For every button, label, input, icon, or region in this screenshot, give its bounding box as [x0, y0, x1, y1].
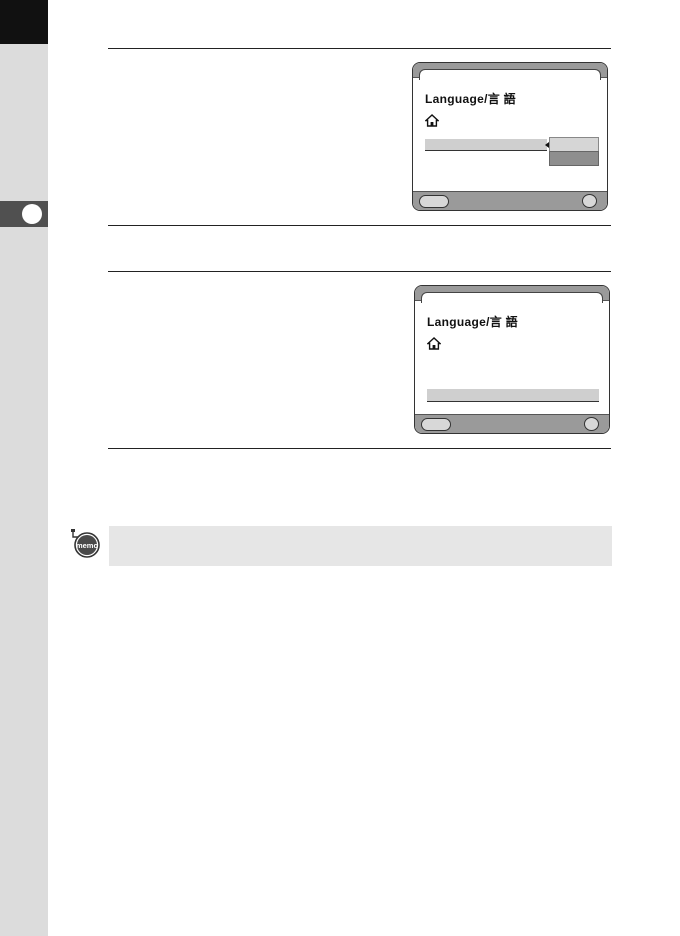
home-icon	[427, 337, 441, 350]
memo-icon: memo	[71, 529, 100, 558]
step-2-bottom-rule	[108, 448, 611, 449]
step-1-bottom-rule	[108, 225, 611, 226]
chapter-circle-icon	[22, 204, 42, 224]
screen-1-popup-option-1	[549, 137, 599, 152]
step-1-top-rule	[108, 48, 611, 49]
screen-2-selection-bar	[427, 389, 599, 402]
screen-2-bottom-bar	[415, 414, 609, 433]
screen-1-menu-button-icon	[419, 195, 449, 208]
screen-2-tab-frame	[421, 292, 603, 303]
screen-1-popup-option-2	[549, 151, 599, 166]
camera-screen-2: Language/言 語	[414, 285, 610, 434]
screen-1-title: Language/言 語	[425, 92, 516, 106]
chapter-side-strip	[0, 0, 48, 936]
screen-2-menu-button-icon	[421, 418, 451, 431]
screen-2-title: Language/言 語	[427, 315, 518, 329]
chapter-corner-block	[0, 0, 48, 44]
screen-1-selection-bar	[425, 139, 547, 151]
camera-screen-1: Language/言 語	[412, 62, 608, 211]
screen-2-top-bar	[415, 286, 609, 303]
screen-1-bottom-bar	[413, 191, 607, 210]
memo-box	[109, 526, 612, 566]
screen-2-ok-button-icon	[584, 417, 599, 431]
screen-1-ok-button-icon	[582, 194, 597, 208]
screen-1-tab-frame	[419, 69, 601, 80]
screen-1-top-bar	[413, 63, 607, 80]
home-icon	[425, 114, 439, 127]
memo-icon-label: memo	[76, 541, 99, 550]
step-2-top-rule	[108, 271, 611, 272]
